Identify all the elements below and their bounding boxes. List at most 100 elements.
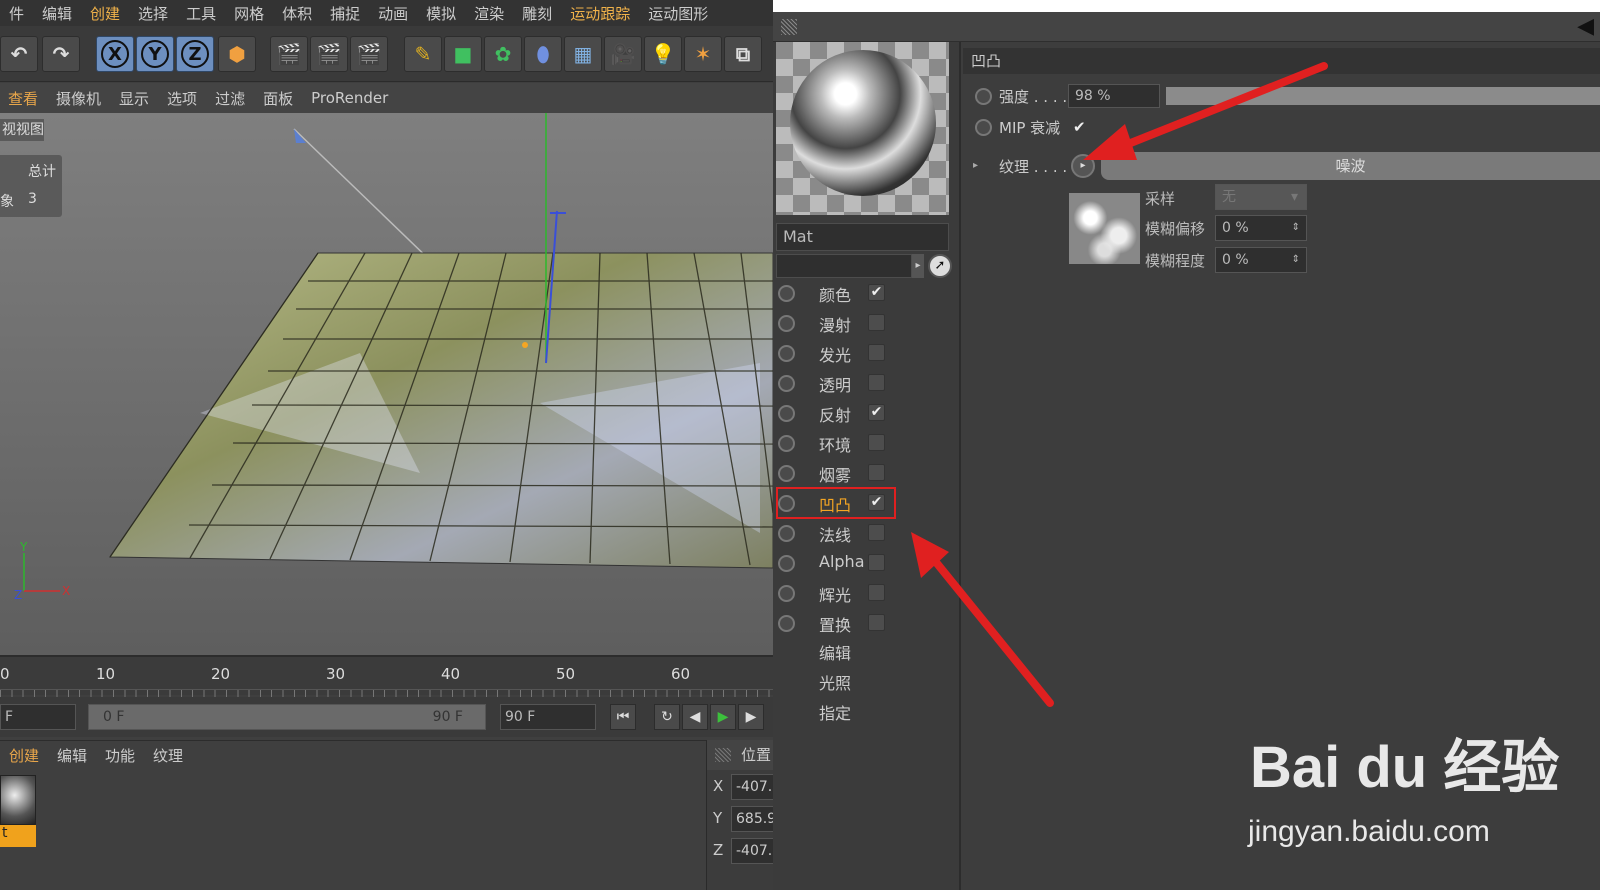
- render-to-picture-viewer-icon[interactable]: 🎬: [310, 36, 348, 72]
- baidu-watermark: Bai du 经验 jingyan.baidu.com: [1200, 700, 1600, 890]
- object-pivot: [522, 342, 528, 348]
- viewport-menubar: 查看 摄像机 显示 选项 过滤 面板 ProRender: [0, 83, 773, 113]
- menu-item[interactable]: 捕捉: [321, 3, 369, 24]
- z-axis-label: Z: [181, 40, 209, 68]
- play-icon[interactable]: ▶: [710, 704, 736, 730]
- coord-row-z: Z -407.: [707, 838, 773, 866]
- timeline[interactable]: 0 10 20 30 40 50 60: [0, 655, 773, 697]
- go-to-start-icon[interactable]: ⏮: [610, 704, 636, 730]
- pen-spline-icon[interactable]: ✎: [404, 36, 442, 72]
- viewport-stats: 总计 象 3: [0, 155, 62, 217]
- svg-text:X: X: [62, 584, 70, 598]
- material-editor: ◀ Mat ▸ ➚ 颜色 ✔ 漫射 发光 透明 反射 ✔ 环境 烟雾 凹凸 ✔ 法线 Alpha 辉光 置换…: [773, 0, 1600, 890]
- python-tag-icon[interactable]: ⧉: [724, 36, 762, 72]
- frame-range-slider[interactable]: 0 F 90 F: [88, 704, 486, 730]
- step-back-icon[interactable]: ◀: [682, 704, 708, 730]
- material-thumbnail[interactable]: [0, 775, 36, 825]
- view-menu-item[interactable]: 面板: [254, 88, 302, 109]
- coords-header: 位置: [707, 740, 773, 770]
- step-forward-icon[interactable]: ▶: [738, 704, 764, 730]
- timeline-tick: 0: [0, 665, 10, 683]
- current-frame-field[interactable]: F: [0, 704, 76, 730]
- max-frame-field[interactable]: 90 F: [500, 704, 596, 730]
- menu-item[interactable]: 网格: [225, 3, 273, 24]
- coord-value[interactable]: 685.9: [731, 806, 773, 832]
- menu-item[interactable]: 雕刻: [513, 3, 561, 24]
- material-menu-item[interactable]: 创建: [0, 745, 48, 766]
- coord-row-y: Y 685.9: [707, 806, 773, 834]
- range-start: 0 F: [103, 709, 125, 725]
- coord-axis: X: [713, 777, 724, 795]
- red-arrowhead: [1083, 124, 1137, 160]
- menu-item[interactable]: 渲染: [465, 3, 513, 24]
- screenshot-root: 件 编辑 创建 选择 工具 网格 体积 捕捉 动画 模拟 渲染 雕刻 运动跟踪 …: [0, 0, 1600, 890]
- timeline-tick: 60: [671, 665, 691, 683]
- view-menu-item[interactable]: 显示: [110, 88, 158, 109]
- panel-grip-icon[interactable]: [715, 748, 731, 762]
- light-icon[interactable]: 💡: [644, 36, 682, 72]
- material-menu-item[interactable]: 编辑: [48, 745, 96, 766]
- material-menu-item[interactable]: 功能: [96, 745, 144, 766]
- x-axis-button[interactable]: X: [96, 36, 134, 72]
- timeline-tick: 10: [96, 665, 116, 683]
- menu-item[interactable]: 运动图形: [639, 3, 717, 24]
- camera-icon: [294, 129, 306, 143]
- timeline-tick: 50: [556, 665, 576, 683]
- viewport-name: 视视图: [0, 119, 44, 141]
- coord-axis: Y: [713, 809, 723, 827]
- y-axis-label: Y: [141, 40, 169, 68]
- floor-icon[interactable]: ▦: [564, 36, 602, 72]
- coordinate-system-icon[interactable]: ⬢: [218, 36, 256, 72]
- material-label[interactable]: t: [0, 825, 36, 847]
- menu-item[interactable]: 创建: [81, 3, 129, 24]
- snap-icon[interactable]: ✶: [684, 36, 722, 72]
- y-axis-button[interactable]: Y: [136, 36, 174, 72]
- view-menu-item[interactable]: 查看: [0, 88, 47, 109]
- redo-icon[interactable]: ↷: [42, 36, 80, 72]
- undo-icon[interactable]: ↶: [0, 36, 38, 72]
- subdivision-icon[interactable]: ✿: [484, 36, 522, 72]
- svg-text:Y: Y: [19, 540, 28, 554]
- coord-value[interactable]: -407.: [731, 838, 773, 864]
- baidu-url: jingyan.baidu.com: [1248, 815, 1490, 848]
- menu-item[interactable]: 工具: [177, 3, 225, 24]
- menu-item[interactable]: 体积: [273, 3, 321, 24]
- view-menu-item[interactable]: 摄像机: [47, 88, 110, 109]
- material-menu-item[interactable]: 纹理: [144, 745, 192, 766]
- view-menu-item[interactable]: ProRender: [302, 89, 397, 107]
- red-arrow: [1109, 62, 1328, 154]
- view-menu-item[interactable]: 过滤: [206, 88, 254, 109]
- baidu-logo: Bai du 经验: [1250, 735, 1560, 800]
- timeline-ruler: [0, 689, 773, 697]
- red-arrow: [927, 552, 1054, 707]
- z-axis-button[interactable]: Z: [176, 36, 214, 72]
- menu-item[interactable]: 运动跟踪: [561, 3, 639, 24]
- 3d-viewport[interactable]: Y X Z 视视图 总计 象 3: [0, 113, 773, 655]
- view-menu-item[interactable]: 选项: [158, 88, 206, 109]
- coord-value[interactable]: -407.: [731, 774, 773, 800]
- menu-item[interactable]: 选择: [129, 3, 177, 24]
- menu-item[interactable]: 动画: [369, 3, 417, 24]
- loop-icon[interactable]: ↻: [654, 704, 680, 730]
- menu-item[interactable]: 模拟: [417, 3, 465, 24]
- menu-item[interactable]: 件: [0, 3, 33, 24]
- transport-bar: F 0 F 90 F 90 F ⏮ ↻ ◀ ▶ ▶: [0, 697, 773, 737]
- menu-item[interactable]: 编辑: [33, 3, 81, 24]
- stats-row-label: 象: [0, 194, 14, 210]
- timeline-tick: 40: [441, 665, 461, 683]
- x-axis-label: X: [101, 40, 129, 68]
- cube-icon[interactable]: ■: [444, 36, 482, 72]
- deformer-icon[interactable]: ⬮: [524, 36, 562, 72]
- material-manager-menu: 创建 编辑 功能 纹理: [0, 740, 706, 770]
- render-settings-icon[interactable]: 🎬: [350, 36, 388, 72]
- coord-row-x: X -407.: [707, 774, 773, 802]
- stats-row-value: 3: [28, 191, 37, 207]
- coords-title: 位置: [741, 746, 772, 764]
- main-menubar: 件 编辑 创建 选择 工具 网格 体积 捕捉 动画 模拟 渲染 雕刻 运动跟踪 …: [0, 0, 773, 26]
- c4d-main-window: 件 编辑 创建 选择 工具 网格 体积 捕捉 动画 模拟 渲染 雕刻 运动跟踪 …: [0, 0, 773, 890]
- svg-text:Z: Z: [14, 588, 22, 602]
- camera-icon[interactable]: 🎥: [604, 36, 642, 72]
- stats-header: 总计: [28, 164, 56, 180]
- coord-axis: Z: [713, 841, 724, 859]
- render-view-icon[interactable]: 🎬: [270, 36, 308, 72]
